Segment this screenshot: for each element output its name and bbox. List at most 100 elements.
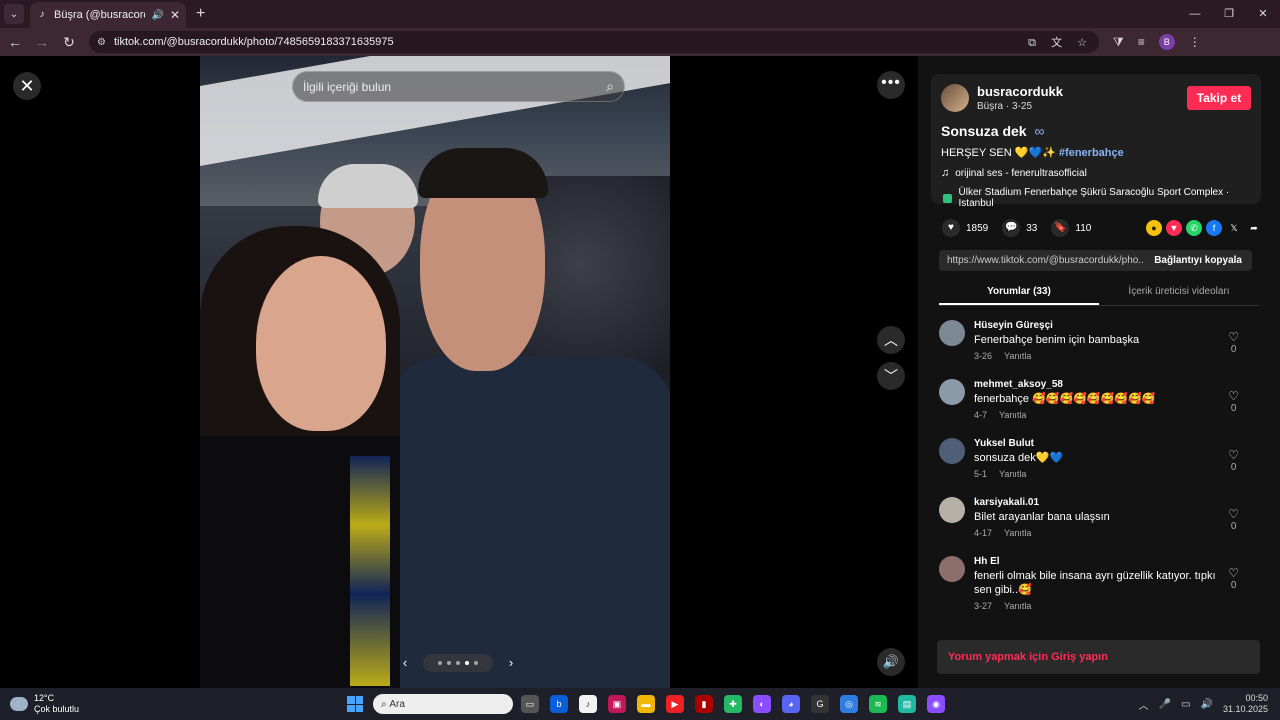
messenger-icon[interactable]: ◐	[753, 695, 771, 713]
audio-playing-icon[interactable]: 🔊	[151, 10, 163, 21]
follow-button[interactable]: Takip et	[1187, 86, 1251, 110]
coin-icon[interactable]: ●	[1146, 220, 1162, 236]
heart-outline-icon[interactable]: ♡	[1228, 566, 1239, 580]
share-arrow-icon[interactable]: ➦	[1246, 220, 1262, 236]
previous-post-button[interactable]: ︿	[877, 326, 905, 354]
comment-username[interactable]: Yuksel Bulut	[974, 438, 1224, 449]
carousel-dot[interactable]	[447, 661, 451, 665]
comment-like[interactable]: ♡ 0	[1228, 330, 1239, 355]
extensions-icon[interactable]: ⧩	[1113, 35, 1124, 50]
comment-username[interactable]: Hh El	[974, 556, 1224, 567]
heart-outline-icon[interactable]: ♡	[1228, 507, 1239, 521]
install-app-icon[interactable]: ⧉	[1028, 37, 1036, 49]
carousel-prev-button[interactable]: ‹	[395, 653, 415, 673]
start-button[interactable]	[347, 696, 363, 712]
carousel-dot-active[interactable]	[465, 661, 469, 665]
app-icon[interactable]: ▣	[608, 695, 626, 713]
commenter-avatar[interactable]	[939, 379, 965, 405]
reply-button[interactable]: Yanıtla	[999, 469, 1026, 479]
taskbar-search[interactable]: ⌕ Ara	[373, 694, 513, 714]
comment-like[interactable]: ♡ 0	[1228, 507, 1239, 532]
carousel-dot[interactable]	[456, 661, 460, 665]
commenter-avatar[interactable]	[939, 556, 965, 582]
reading-list-icon[interactable]: ≡	[1138, 35, 1145, 49]
comment-icon[interactable]: 💬	[1002, 219, 1021, 237]
bing-icon[interactable]: b	[550, 695, 568, 713]
location-name[interactable]: Ülker Stadium Fenerbahçe Şükrü Saracoğlu…	[959, 187, 1251, 209]
music-row[interactable]: ♫ orijinal ses - fenerultrasofficial	[941, 167, 1251, 179]
location-row[interactable]: Ülker Stadium Fenerbahçe Şükrü Saracoğlu…	[941, 187, 1251, 209]
reply-button[interactable]: Yanıtla	[1004, 601, 1031, 611]
copy-link-button[interactable]: Bağlantıyı kopyala	[1144, 255, 1252, 266]
repost-icon[interactable]: ▼	[1166, 220, 1182, 236]
translate-icon[interactable]: 文	[1051, 37, 1062, 49]
app-red-icon[interactable]: ▮	[695, 695, 713, 713]
network-icon[interactable]: ▭	[1181, 699, 1190, 710]
commenter-avatar[interactable]	[939, 320, 965, 346]
chrome-icon[interactable]: ◎	[840, 695, 858, 713]
heart-outline-icon[interactable]: ♡	[1228, 389, 1239, 403]
discord-icon[interactable]: ◕	[782, 695, 800, 713]
profile-avatar[interactable]: B	[1158, 34, 1175, 50]
browser-menu-icon[interactable]: ⋮	[1189, 35, 1201, 49]
bookmark-icon[interactable]: 🔖	[1051, 219, 1070, 237]
heart-outline-icon[interactable]: ♡	[1228, 448, 1239, 462]
save-stat[interactable]: 🔖 110	[1051, 219, 1091, 237]
microphone-icon[interactable]: 🎤	[1159, 699, 1171, 710]
task-view-icon[interactable]: ▭	[521, 695, 539, 713]
heart-outline-icon[interactable]: ♡	[1228, 330, 1239, 344]
spotify-icon[interactable]: ≋	[869, 695, 887, 713]
comment-like[interactable]: ♡ 0	[1228, 448, 1239, 473]
forward-button[interactable]: →	[30, 34, 54, 50]
carousel-dot[interactable]	[438, 661, 442, 665]
weather-widget[interactable]: 12°C Çok bulutlu	[10, 693, 310, 715]
tab-close-icon[interactable]: ✕	[170, 8, 180, 22]
author-avatar[interactable]	[941, 84, 969, 112]
reply-button[interactable]: Yanıtla	[999, 410, 1026, 420]
more-options-button[interactable]: •••	[877, 71, 905, 99]
tab-search-button[interactable]: ⌄	[4, 4, 24, 24]
comment-username[interactable]: mehmet_aksoy_58	[974, 379, 1224, 390]
tray-expand-icon[interactable]: ︿	[1139, 697, 1149, 712]
hashtag-link[interactable]: #fenerbahçe	[1059, 147, 1124, 159]
address-bar[interactable]: ⚙ tiktok.com/@busracordukk/photo/7485659…	[89, 31, 1099, 53]
game-icon[interactable]: ✚	[724, 695, 742, 713]
commenter-avatar[interactable]	[939, 438, 965, 464]
bookmark-star-icon[interactable]: ☆	[1077, 37, 1087, 49]
tab-creator-videos[interactable]: İçerik üreticisi videoları	[1099, 282, 1259, 305]
search-icon[interactable]: ⌕	[606, 78, 614, 95]
clock[interactable]: 00:50 31.10.2025	[1223, 693, 1268, 715]
related-search-input[interactable]: İlgili içeriği bulun ⌕	[292, 71, 625, 102]
carousel-next-button[interactable]: ›	[501, 653, 521, 673]
sound-toggle-button[interactable]: 🔊	[877, 648, 905, 676]
comment-username[interactable]: karsiyakali.01	[974, 497, 1224, 508]
site-info-icon[interactable]: ⚙	[97, 37, 106, 48]
close-viewer-button[interactable]: ✕	[13, 72, 41, 100]
commenter-avatar[interactable]	[939, 497, 965, 523]
reply-button[interactable]: Yanıtla	[1004, 528, 1031, 538]
back-button[interactable]: ←	[3, 34, 27, 50]
reload-button[interactable]: ↻	[57, 34, 81, 51]
comment-like[interactable]: ♡ 0	[1228, 566, 1239, 591]
share-link-text[interactable]: https://www.tiktok.com/@busracordukk/pho…	[939, 255, 1144, 266]
heart-icon[interactable]: ♥	[942, 219, 960, 237]
minimize-button[interactable]: —	[1178, 0, 1212, 28]
music-app-icon[interactable]: ♪	[579, 695, 597, 713]
tab-comments[interactable]: Yorumlar (33)	[939, 282, 1099, 305]
carousel-dot[interactable]	[474, 661, 478, 665]
volume-icon[interactable]: 🔊	[1201, 699, 1213, 710]
new-tab-button[interactable]: +	[196, 5, 205, 23]
like-stat[interactable]: ♥ 1859	[942, 219, 988, 237]
restore-button[interactable]: ❐	[1212, 0, 1246, 28]
reply-button[interactable]: Yanıtla	[1004, 351, 1031, 361]
x-icon[interactable]: 𝕏	[1226, 220, 1242, 236]
app-teal-icon[interactable]: ▤	[898, 695, 916, 713]
login-to-comment-button[interactable]: Yorum yapmak için Giriş yapın	[937, 640, 1260, 674]
window-close-button[interactable]: ✕	[1246, 0, 1280, 28]
comment-stat[interactable]: 💬 33	[1002, 219, 1037, 237]
whatsapp-icon[interactable]: ✆	[1186, 220, 1202, 236]
comment-username[interactable]: Hüseyin Güreşçi	[974, 320, 1224, 331]
next-post-button[interactable]: ﹀	[877, 362, 905, 390]
app-dark-icon[interactable]: G	[811, 695, 829, 713]
author-username[interactable]: busracordukk	[977, 84, 1187, 99]
